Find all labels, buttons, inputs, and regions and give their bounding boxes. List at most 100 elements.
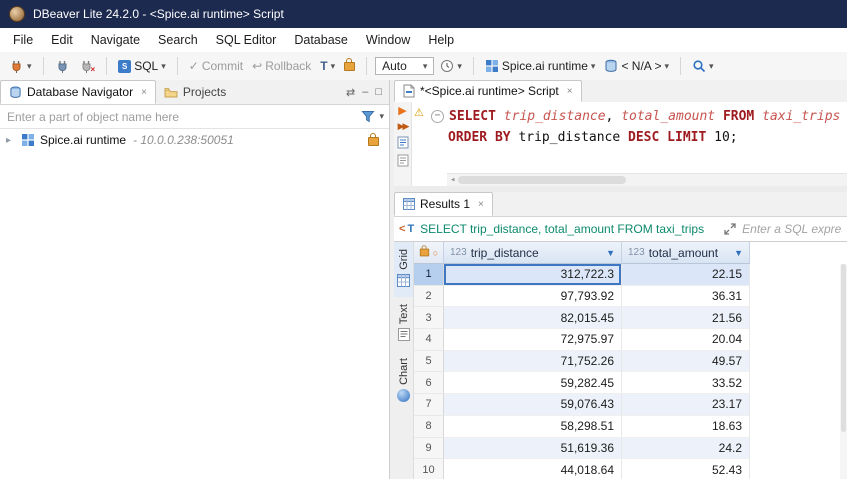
menu-item-database[interactable]: Database [285,29,357,51]
query-history-button[interactable]: ▾ [437,57,465,75]
row-number[interactable]: 7 [414,394,444,416]
presentation-tab-grid[interactable]: Grid [394,242,413,297]
filter-expression-placeholder[interactable]: Enter a SQL expression to... [742,222,842,236]
grid-cell[interactable]: 52.43 [622,459,750,479]
table-row: 382,015.4521.56 [414,307,847,329]
row-number[interactable]: 3 [414,307,444,329]
rollback-button[interactable]: ↩ Rollback [249,57,314,75]
export-result-icon[interactable] [397,154,409,167]
minimize-icon[interactable]: – [362,86,368,98]
grid-cell[interactable]: 22.15 [622,264,750,286]
commit-label: Commit [202,59,243,73]
editor-horizontal-scrollbar[interactable]: ◂ [447,173,847,186]
fold-collapse-icon[interactable]: − [431,110,444,123]
grid-cell[interactable]: 44,018.64 [444,459,622,479]
row-number[interactable]: 6 [414,372,444,394]
row-number[interactable]: 8 [414,416,444,438]
scrollbar-thumb[interactable] [841,264,846,432]
presentation-tab-chart[interactable]: Chart [394,351,413,412]
tab-results-1[interactable]: Results 1 × [394,192,493,216]
menu-item-navigate[interactable]: Navigate [82,29,149,51]
row-number[interactable]: 2 [414,286,444,308]
column-header-total-amount[interactable]: 123total_amount▼ [622,242,750,264]
sql-punct: , [606,109,614,124]
grid-cell[interactable]: 82,015.45 [444,307,622,329]
expand-filter-icon[interactable] [724,223,736,235]
row-number[interactable]: 1 [414,264,444,286]
open-sql-editor-button[interactable]: S SQL ▾ [115,57,169,75]
filter-funnel-icon[interactable] [361,110,375,123]
active-schema-selector[interactable]: < N/A > ▾ [601,57,672,75]
menu-item-window[interactable]: Window [357,29,419,51]
autocommit-lock-button[interactable] [341,60,358,73]
custom-filter-icon[interactable]: < [399,223,405,235]
chevron-down-icon: ▾ [27,61,32,72]
scrollbar-thumb[interactable] [458,176,626,184]
grid-cell[interactable]: 72,975.97 [444,329,622,351]
disconnect-button[interactable]: × [76,57,99,76]
commit-button[interactable]: ✓ Commit [186,57,246,75]
search-button[interactable]: ▾ [689,57,717,75]
row-number[interactable]: 5 [414,351,444,373]
column-header-trip-distance[interactable]: 123trip_distance▼ [444,242,622,264]
menu-item-file[interactable]: File [4,29,42,51]
column-type-icon: 123 [628,247,645,258]
chevron-down-icon: ▾ [161,61,166,72]
maximize-icon[interactable]: □ [375,86,382,98]
menu-item-sql-editor[interactable]: SQL Editor [207,29,286,51]
close-icon[interactable]: × [567,86,573,97]
active-connection-selector[interactable]: Spice.ai runtime ▾ [482,57,599,75]
grid-cell[interactable]: 97,793.92 [444,286,622,308]
grid-cell[interactable]: 51,619.36 [444,438,622,460]
row-number[interactable]: 9 [414,438,444,460]
column-name: trip_distance [471,246,539,260]
grid-vertical-scrollbar[interactable] [840,264,847,479]
menu-item-help[interactable]: Help [419,29,463,51]
execute-statement-icon[interactable]: ▶ [398,106,406,117]
object-filter-input[interactable] [5,109,357,125]
dbeaver-window: DBeaver Lite 24.2.0 - <Spice.ai runtime>… [0,0,847,479]
grid-cell[interactable]: 312,722.3 [444,264,622,286]
grid-cell[interactable]: 18.63 [622,416,750,438]
transaction-log-button[interactable]: T ▾ [317,57,338,75]
presentation-tab-text[interactable]: Text [394,297,413,351]
editor-body: ▶ ▶▶ ⚠ −SELECT trip_distance, total_amou… [394,102,847,186]
expander-icon[interactable]: ▸ [6,135,16,146]
sql-code-area[interactable]: −SELECT trip_distance, total_amount FROM… [429,102,847,186]
close-icon[interactable]: × [141,87,147,98]
close-icon[interactable]: × [478,199,484,210]
connect-button[interactable] [52,57,73,76]
sort-desc-icon[interactable]: ▼ [598,248,615,258]
text-icon [398,328,410,344]
grid-cell[interactable]: 59,282.45 [444,372,622,394]
row-number[interactable]: 4 [414,329,444,351]
rollback-label: Rollback [265,59,311,73]
row-number[interactable]: 10 [414,459,444,479]
grid-cell[interactable]: 71,752.26 [444,351,622,373]
grid-cell[interactable]: 49.57 [622,351,750,373]
menu-item-search[interactable]: Search [149,29,207,51]
tree-item-connection[interactable]: ▸ Spice.ai runtime - 10.0.0.238:50051 [0,129,389,151]
grid-cell[interactable]: 23.17 [622,394,750,416]
menu-item-edit[interactable]: Edit [42,29,82,51]
execute-script-icon[interactable]: ▶▶ [398,122,408,131]
tab-database-navigator[interactable]: Database Navigator × [0,80,156,104]
tab-sql-script[interactable]: *<Spice.ai runtime> Script × [394,80,582,102]
grid-cell[interactable]: 33.52 [622,372,750,394]
grid-cell[interactable]: 21.56 [622,307,750,329]
new-connection-button[interactable]: ▾ [6,57,35,76]
tab-projects[interactable]: Projects [156,80,234,104]
grid-cell[interactable]: 36.31 [622,286,750,308]
chevron-down-icon[interactable]: ▾ [379,111,384,122]
grid-cell[interactable]: 58,298.51 [444,416,622,438]
grid-icon [403,198,415,210]
grid-corner-cell[interactable]: ○ [414,242,444,264]
grid-cell[interactable]: 59,076.43 [444,394,622,416]
sort-desc-icon[interactable]: ▼ [726,248,743,258]
commit-mode-combo[interactable]: Auto ▾ [375,57,434,75]
link-with-editor-icon[interactable]: ⇄ [346,86,355,99]
grid-cell[interactable]: 24.2 [622,438,750,460]
grid-cell[interactable]: 20.04 [622,329,750,351]
sql-editor-label: SQL [134,59,158,73]
explain-plan-icon[interactable] [397,136,409,149]
